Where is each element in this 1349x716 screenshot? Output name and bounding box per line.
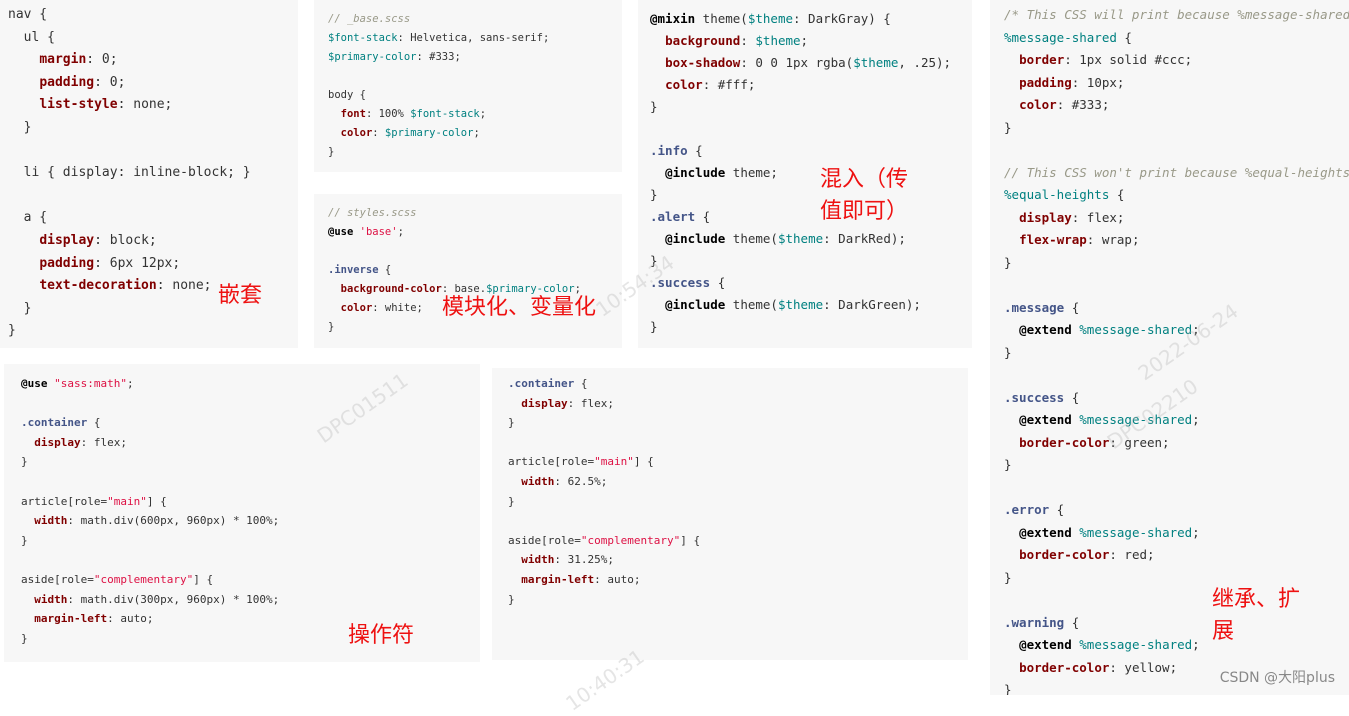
annotation-operators: 操作符 — [348, 623, 415, 648]
code-panel-operators-scss: @use "sass:math"; .container { display: … — [4, 364, 480, 662]
code-block-operators-scss: @use "sass:math"; .container { display: … — [21, 377, 280, 645]
code-panel-styles-scss: // styles.scss @use 'base'; .inverse { b… — [314, 194, 622, 348]
author-credit: CSDN @大阳plus — [1219, 670, 1335, 686]
code-block-base-scss: // _base.scss $font-stack: Helvetica, sa… — [328, 13, 550, 158]
annotation-mixins: 混入（传 值即可） — [820, 167, 909, 224]
code-panel-base-scss: // _base.scss $font-stack: Helvetica, sa… — [314, 0, 622, 172]
code-block-operators-css: .container { display: flex; } article[ro… — [508, 377, 701, 606]
annotation-modules: 模块化、变量化 — [442, 295, 597, 320]
annotation-nesting: 嵌套 — [218, 283, 263, 308]
code-panel-mixins: @mixin theme($theme: DarkGray) { backgro… — [638, 0, 972, 348]
code-block-mixins: @mixin theme($theme: DarkGray) { backgro… — [650, 11, 952, 334]
code-panel-operators-css: .container { display: flex; } article[ro… — [492, 368, 968, 660]
annotation-extend: 继承、扩 展 — [1212, 587, 1301, 644]
